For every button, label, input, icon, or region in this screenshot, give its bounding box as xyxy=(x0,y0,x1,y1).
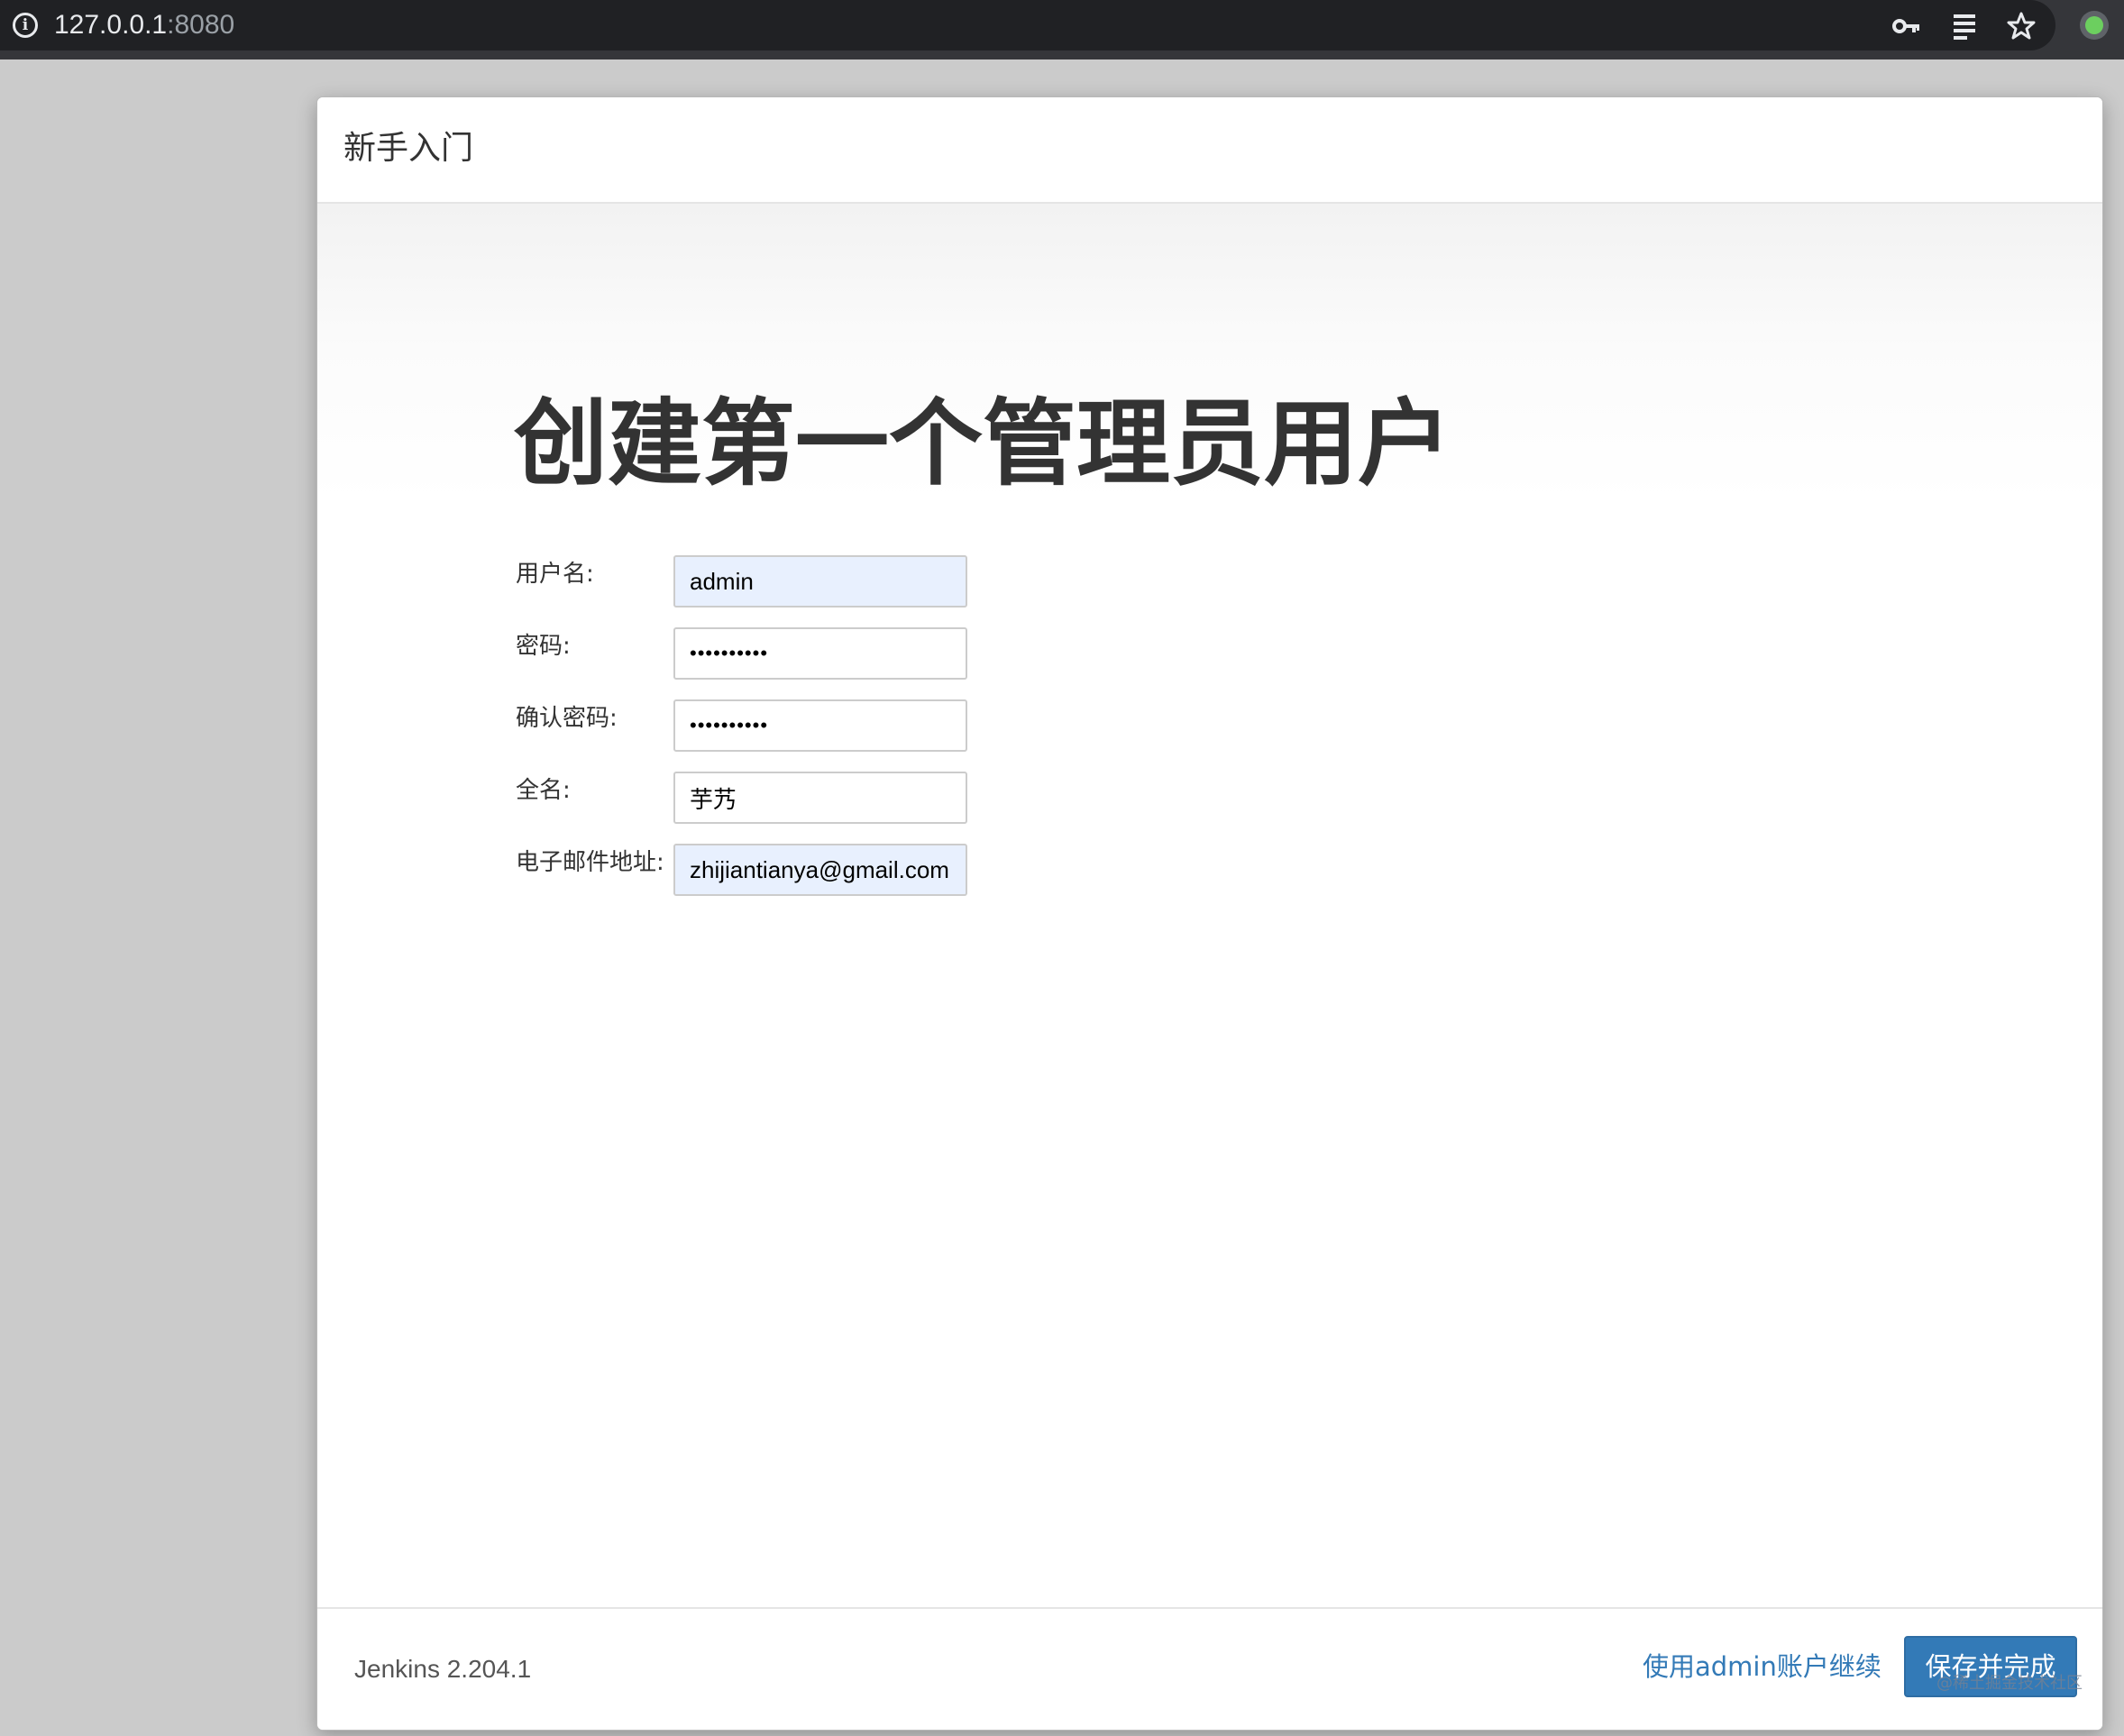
full-name-input[interactable] xyxy=(673,772,967,824)
page-heading: 创建第一个管理员用户 xyxy=(514,388,1452,498)
dialog-body: 创建第一个管理员用户 用户名: 密码: 确认密码: 全名: 电子邮件地址: xyxy=(317,204,2102,1706)
email-label: 电子邮件地址: xyxy=(516,849,664,876)
key-icon[interactable] xyxy=(1891,11,1922,41)
confirm-password-label: 确认密码: xyxy=(516,705,618,732)
username-label: 用户名: xyxy=(516,561,594,588)
dialog-title: 新手入门 xyxy=(343,130,474,167)
username-input[interactable] xyxy=(673,555,967,608)
dialog-header: 新手入门 xyxy=(317,97,2102,204)
profile-icon[interactable] xyxy=(2080,11,2109,40)
dialog-footer: Jenkins 2.204.1 使用admin账户继续 保存并完成 xyxy=(317,1607,2102,1730)
username-row: 用户名: xyxy=(516,555,1057,608)
info-icon[interactable]: i xyxy=(13,13,38,38)
full-name-row: 全名: xyxy=(516,772,1057,824)
url-text[interactable]: 127.0.0.1:8080 xyxy=(54,8,234,42)
confirm-password-row: 确认密码: xyxy=(516,699,1057,752)
watermark: @稀土掘金技术社区 xyxy=(1936,1674,2083,1693)
email-input[interactable] xyxy=(673,844,967,896)
continue-as-admin-link[interactable]: 使用admin账户继续 xyxy=(1643,1649,1881,1684)
setup-wizard-dialog: 新手入门 创建第一个管理员用户 用户名: 密码: 确认密码: 全名: 电子邮件地… xyxy=(316,96,2103,1731)
email-row: 电子邮件地址: xyxy=(516,844,1057,896)
confirm-password-input[interactable] xyxy=(673,699,967,752)
full-name-label: 全名: xyxy=(516,777,571,804)
password-label: 密码: xyxy=(516,633,571,660)
url-host: 127.0.0.1 xyxy=(54,10,168,40)
address-bar[interactable]: i 127.0.0.1:8080 xyxy=(0,0,2055,50)
password-input[interactable] xyxy=(673,627,967,680)
jenkins-version: Jenkins 2.204.1 xyxy=(354,1655,532,1683)
browser-toolbar: i 127.0.0.1:8080 xyxy=(0,0,2124,59)
password-row: 密码: xyxy=(516,627,1057,680)
reader-icon[interactable] xyxy=(1949,11,1980,41)
url-port: :8080 xyxy=(167,10,235,40)
star-icon[interactable] xyxy=(2006,11,2037,41)
